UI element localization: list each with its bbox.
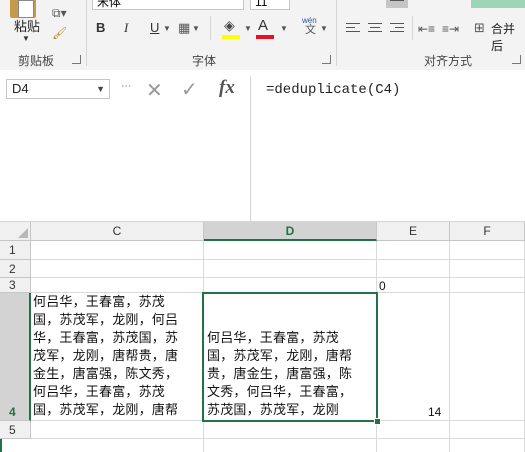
fill-color-swatch xyxy=(222,35,240,39)
active-cell-border xyxy=(202,292,378,422)
paste-button[interactable]: 粘贴 xyxy=(14,16,40,35)
ribbon: 粘贴 ▼ ⧉▾ 🖌 剪贴板 宋体 11 B I U ▼ ▦ ▼ ◈ ▼ A ▼ … xyxy=(0,0,525,71)
underline-button[interactable]: U xyxy=(150,20,159,36)
cancel-icon[interactable]: ✕ xyxy=(146,78,163,103)
formula-divider xyxy=(250,76,251,222)
alignment-group-label: 对齐方式 xyxy=(424,54,473,68)
font-color-dropdown-icon[interactable]: ▼ xyxy=(280,22,288,36)
borders-dropdown-icon[interactable]: ▼ xyxy=(192,22,200,36)
column-header-d[interactable]: D xyxy=(204,222,377,241)
clipboard-launcher-icon[interactable] xyxy=(72,55,81,64)
format-painter-icon[interactable]: 🖌 xyxy=(52,26,67,40)
select-all-button[interactable] xyxy=(0,222,31,241)
bold-button[interactable]: B xyxy=(96,20,105,36)
fill-handle[interactable] xyxy=(374,418,381,425)
worksheet-grid[interactable]: C D E F 1 2 3 4 5 0 14 何吕华，王春富，苏茂 国，苏茂军，… xyxy=(0,222,525,452)
font-color-swatch xyxy=(256,35,274,39)
font-launcher-icon[interactable] xyxy=(322,55,331,64)
wrap-text-button[interactable] xyxy=(471,0,525,8)
name-box-value: D4 xyxy=(12,81,29,96)
align-left-icon[interactable] xyxy=(344,20,362,36)
fill-color-dropdown-icon[interactable]: ▼ xyxy=(244,22,252,36)
row-header-2[interactable]: 2 xyxy=(0,260,31,278)
increase-indent-icon[interactable]: ≡⇥ xyxy=(442,22,459,36)
formula-bar-grip-icon[interactable]: ⋮ xyxy=(120,81,131,92)
cell-c4-line: 何吕华，王春富，苏茂 xyxy=(33,384,166,399)
copy-icon[interactable]: ⧉▾ xyxy=(52,6,67,20)
cell-c4-line: 金生，唐富强，陈文秀， xyxy=(33,366,179,381)
column-header-c[interactable]: C xyxy=(31,222,204,241)
align-bottom-icon[interactable] xyxy=(386,0,408,8)
alignment-launcher-icon[interactable] xyxy=(512,55,521,64)
align-top-icon[interactable] xyxy=(344,0,362,6)
paste-dropdown-icon[interactable]: ▼ xyxy=(22,34,30,43)
cell-e3[interactable]: 0 xyxy=(379,279,386,293)
row-header-1[interactable]: 1 xyxy=(0,241,31,260)
row-header-3[interactable]: 3 xyxy=(0,278,31,293)
cell-c4-line: 国，苏茂军，龙刚，何吕 xyxy=(33,312,179,327)
align-center-icon[interactable] xyxy=(366,20,384,36)
chevron-down-icon[interactable]: ▼ xyxy=(96,80,105,98)
cell-c4-line: 国，苏茂军，龙刚，唐帮 xyxy=(33,402,179,417)
font-size-select[interactable]: 11 xyxy=(250,0,290,10)
font-group-label: 字体 xyxy=(192,54,217,68)
row-header-4[interactable]: 4 xyxy=(0,293,31,421)
formula-input[interactable]: =deduplicate(C4) xyxy=(266,82,400,98)
column-header-e[interactable]: E xyxy=(377,222,450,241)
borders-icon[interactable]: ▦ xyxy=(178,21,190,35)
insert-function-icon[interactable]: fx xyxy=(219,77,235,99)
clipboard-group-label: 剪贴板 xyxy=(18,54,55,68)
cell-c4-line: 茂军，龙刚，唐帮贵，唐 xyxy=(33,348,179,363)
formula-bar: D4 ▼ ⋮ ✕ ✓ fx =deduplicate(C4) xyxy=(0,70,525,222)
cell-c4-line: 华，王春富，苏茂国，苏 xyxy=(33,330,179,345)
fill-color-icon[interactable]: ◈ xyxy=(224,18,235,32)
cell-c4-line: 何吕华，王春富，苏茂 xyxy=(33,294,166,309)
merge-center-icon[interactable]: ⊞ xyxy=(474,21,485,35)
phonetic-dropdown-icon[interactable]: ▼ xyxy=(320,22,328,36)
cell-e4[interactable]: 14 xyxy=(428,405,441,419)
italic-button[interactable]: I xyxy=(124,20,128,36)
merge-center-button[interactable]: 合并后 xyxy=(491,20,525,54)
decrease-indent-icon[interactable]: ⇤≡ xyxy=(418,22,435,36)
align-right-icon[interactable] xyxy=(388,20,406,36)
phonetic-guide-char: 文 xyxy=(305,24,316,36)
font-color-button[interactable]: A xyxy=(258,18,268,34)
font-name-select[interactable]: 宋体 xyxy=(92,0,244,10)
column-header-f[interactable]: F xyxy=(450,222,525,241)
row-header-5[interactable]: 5 xyxy=(0,421,31,439)
name-box[interactable]: D4 ▼ xyxy=(6,79,110,99)
enter-icon[interactable]: ✓ xyxy=(181,77,198,102)
underline-dropdown-icon[interactable]: ▼ xyxy=(163,22,171,36)
align-middle-icon[interactable] xyxy=(366,0,384,6)
